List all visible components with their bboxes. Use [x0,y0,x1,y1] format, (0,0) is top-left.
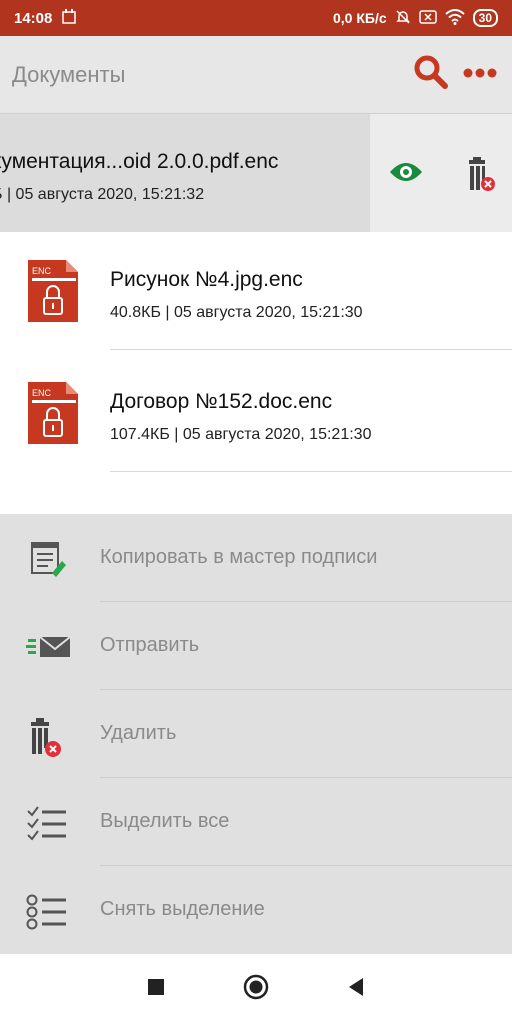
delete-icon[interactable] [464,156,498,199]
file-row[interactable]: ENC Рисунок №4.jpg.enc 40.8КБ | 05 авгус… [0,232,512,350]
network-speed: 0,0 КБ/с [333,10,387,26]
bell-muted-icon [395,9,411,28]
file-meta: 40.8КБ | 05 августа 2020, 15:21:30 [110,304,363,321]
system-nav-bar [0,954,512,1024]
send-mail-icon [26,629,71,665]
sheet-item-label: Отправить [100,634,200,656]
file-name: кументация...oid 2.0.0.pdf.enc [0,150,279,173]
sheet-item-label: Удалить [100,722,177,744]
recents-square-icon[interactable] [147,978,165,1001]
sim-icon [418,9,437,27]
sheet-item-delete[interactable]: Удалить [0,690,512,778]
file-row[interactable]: ENC Договор №152.doc.enc 107.4КБ | 05 ав… [0,354,512,472]
row-divider [110,471,512,472]
select-all-icon [26,805,68,841]
row-divider [110,349,512,350]
file-meta: Б | 05 августа 2020, 15:21:32 [0,186,205,203]
sheet-item-label: Выделить все [100,810,230,832]
sheet-item-deselect[interactable]: Снять выделение [0,866,512,954]
delete-icon [26,717,68,757]
more-dots-icon[interactable] [462,66,498,84]
wifi-icon [444,8,465,28]
swipe-actions [370,114,512,232]
eye-icon[interactable] [388,160,424,189]
sign-master-icon [26,541,68,577]
status-bar: 14:08 0,0 КБ/с 30 [0,0,512,36]
file-meta: 107.4КБ | 05 августа 2020, 15:21:30 [110,426,372,443]
svg-text:ENC: ENC [32,266,52,276]
sheet-item-select-all[interactable]: Выделить все [0,778,512,866]
action-sheet: Копировать в мастер подписи Отправить Уд… [0,514,512,954]
svg-text:ENC: ENC [32,388,52,398]
sheet-item-copy-to-sign-master[interactable]: Копировать в мастер подписи [0,514,512,602]
battery-indicator: 30 [472,9,498,27]
sheet-item-label: Снять выделение [100,898,265,920]
sheet-item-send[interactable]: Отправить [0,602,512,690]
notification-icon [62,8,77,28]
back-triangle-icon[interactable] [347,977,365,1002]
status-time: 14:08 [14,9,53,27]
search-icon[interactable] [412,53,450,96]
app-bar: Документы [0,36,512,114]
file-row-swiped[interactable]: кументация...oid 2.0.0.pdf.enc Б | 05 ав… [0,114,512,232]
encrypted-file-icon: ENC [26,258,80,329]
file-name: Договор №152.doc.enc [110,390,333,413]
page-title: Документы [12,61,126,87]
home-circle-icon[interactable] [243,974,269,1005]
encrypted-file-icon: ENC [26,380,80,451]
deselect-icon [26,893,68,930]
sheet-item-label: Копировать в мастер подписи [100,546,378,568]
file-name: Рисунок №4.jpg.enc [110,268,303,291]
